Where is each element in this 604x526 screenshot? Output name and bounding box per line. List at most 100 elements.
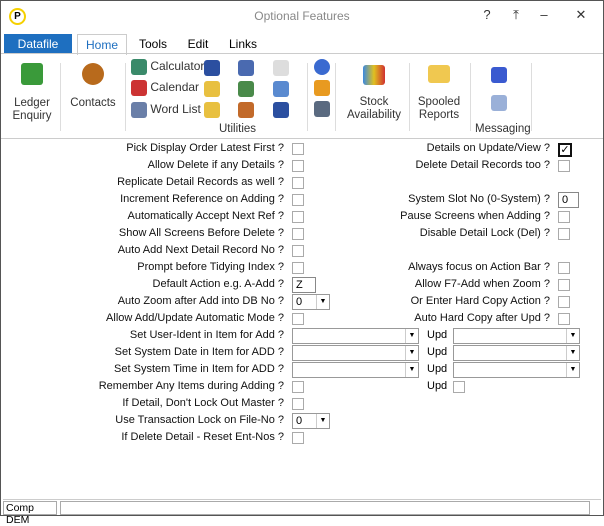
field-label: Automatically Accept Next Ref ? (127, 210, 284, 222)
close-button[interactable]: ✕ (571, 7, 591, 23)
checkbox[interactable] (292, 432, 304, 444)
add-contact-icon[interactable] (238, 81, 254, 97)
field-label: Pick Display Order Latest First ? (126, 142, 284, 154)
stock-availability-button[interactable]: Stock Availability (343, 65, 405, 122)
dropdown-value: 0 (296, 415, 303, 427)
calculator-button[interactable]: Calculator (131, 59, 204, 75)
field-label: Or Enter Hard Copy Action ? (410, 295, 550, 307)
field-label: Prompt before Tidying Index ? (137, 261, 284, 273)
tab-links[interactable]: Links (223, 34, 263, 54)
dropdown[interactable]: ▼ (453, 328, 580, 344)
chevron-down-icon[interactable]: ▼ (316, 414, 329, 428)
checkbox[interactable] (558, 160, 570, 172)
calendar-label: Calendar (150, 80, 200, 95)
messaging-group-label: Messaging (475, 123, 531, 135)
spooled-reports-button[interactable]: Spooled Reports (415, 65, 463, 122)
checkbox[interactable] (558, 279, 570, 291)
folder-import-icon[interactable] (204, 102, 220, 118)
field-label: Allow F7-Add when Zoom ? (414, 278, 550, 290)
checkbox[interactable] (292, 245, 304, 257)
checklist-icon[interactable] (204, 60, 220, 76)
dropdown[interactable]: ▼ (292, 362, 419, 378)
calendar-button[interactable]: Calendar (131, 80, 199, 96)
minimize-button[interactable]: – (534, 7, 554, 22)
contacts-label: Contacts (70, 97, 116, 109)
checkbox[interactable] (292, 381, 304, 393)
field-label: Auto Add Next Detail Record No ? (117, 244, 284, 256)
dropdown[interactable]: ▼ (453, 345, 580, 361)
tab-edit[interactable]: Edit (181, 34, 215, 54)
field-label: Details on Update/View ? (426, 142, 550, 154)
divider (409, 63, 410, 131)
tab-tools[interactable]: Tools (133, 34, 173, 54)
field-label: Disable Detail Lock (Del) ? (419, 227, 550, 239)
dropdown[interactable]: 0 ▼ (292, 413, 330, 429)
contacts-icon (82, 63, 104, 85)
chevron-down-icon[interactable]: ▼ (566, 363, 579, 377)
upd-label: Upd (427, 346, 448, 358)
field-label: Use Transaction Lock on File-No ? (115, 414, 284, 426)
text-input[interactable]: 0 (558, 192, 579, 208)
status-message (60, 501, 590, 515)
field-label: Pause Screens when Adding ? (400, 210, 550, 222)
checkbox[interactable]: ✓ (558, 143, 572, 157)
checkbox-list-icon[interactable] (273, 102, 289, 118)
checkbox[interactable] (558, 228, 570, 240)
window: Optional Features P ? ⤒ – ✕ Datafile Hom… (0, 0, 604, 526)
id-card-icon[interactable] (238, 60, 254, 76)
checkbox[interactable] (558, 313, 570, 325)
chevron-down-icon[interactable]: ▼ (405, 346, 418, 360)
field-label: If Detail, Don't Lock Out Master ? (122, 397, 284, 409)
field-label: Set System Date in Item for ADD ? (114, 346, 284, 358)
field-label: Delete Detail Records too ? (415, 159, 550, 171)
folder-icon (428, 65, 450, 83)
contacts-button[interactable]: Contacts (67, 63, 119, 110)
field-label: Allow Delete if any Details ? (147, 159, 284, 171)
open-mail-icon[interactable] (491, 95, 507, 111)
tab-home[interactable]: Home (77, 34, 127, 55)
calculator-label: Calculator (150, 59, 205, 74)
dropdown[interactable]: ▼ (292, 345, 419, 361)
folder-export-icon[interactable] (204, 81, 220, 97)
chevron-down-icon[interactable]: ▼ (405, 363, 418, 377)
books-icon[interactable] (238, 102, 254, 118)
divider (335, 63, 336, 131)
chevron-down-icon[interactable]: ▼ (566, 346, 579, 360)
word-list-button[interactable]: Word List (131, 102, 201, 118)
globe-icon[interactable] (314, 59, 330, 75)
window-icon[interactable] (273, 81, 289, 97)
field-label: Auto Zoom after Add into DB No ? (117, 295, 284, 307)
checkbox[interactable] (558, 296, 570, 308)
field-label: Always focus on Action Bar ? (408, 261, 550, 273)
upd-label: Upd (427, 363, 448, 375)
calendar-icon (131, 80, 147, 96)
chart-icon (363, 65, 385, 85)
word-list-icon (131, 102, 147, 118)
divider (531, 63, 532, 131)
field-label: Allow Add/Update Automatic Mode ? (106, 312, 284, 324)
alarm-clock-icon[interactable] (314, 80, 330, 96)
field-label: Show All Screens Before Delete ? (118, 227, 284, 239)
field-label: Set User-Ident in Item for Add ? (129, 329, 284, 341)
chevron-down-icon[interactable]: ▼ (566, 329, 579, 343)
field-label: Replicate Detail Records as well ? (117, 176, 284, 188)
send-mail-icon[interactable] (491, 67, 507, 83)
divider (60, 63, 61, 131)
field-label: Default Action e.g. A-Add ? (152, 278, 284, 290)
dropdown[interactable]: ▼ (292, 328, 419, 344)
field-label: If Delete Detail - Reset Ent-Nos ? (121, 431, 284, 443)
restore-button[interactable]: ⤒ (506, 7, 526, 23)
stock-availability-label: Stock Availability (346, 96, 402, 121)
ledger-enquiry-button[interactable]: Ledger Enquiry (9, 63, 55, 123)
upd-label: Upd (427, 380, 448, 392)
chevron-down-icon[interactable]: ▼ (405, 329, 418, 343)
help-button[interactable]: ? (477, 7, 497, 22)
dropdown[interactable]: ▼ (453, 362, 580, 378)
tab-datafile[interactable]: Datafile (4, 34, 72, 54)
checkbox[interactable] (453, 381, 465, 393)
checkbox[interactable] (292, 177, 304, 189)
camera-icon[interactable] (314, 101, 330, 117)
checkbox[interactable] (292, 398, 304, 410)
checkbox[interactable] (558, 211, 570, 223)
checkbox[interactable] (558, 262, 570, 274)
